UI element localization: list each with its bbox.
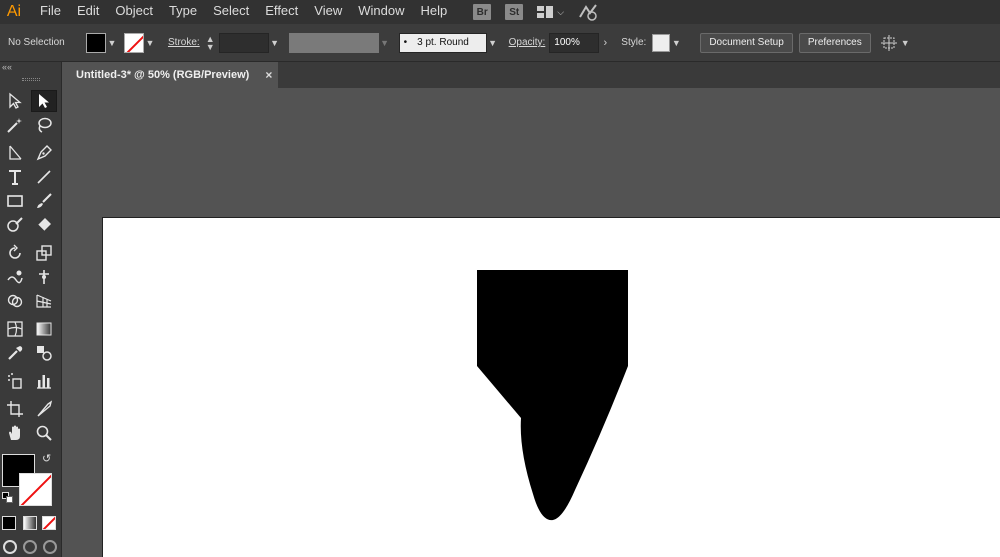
bridge-button[interactable]: Br (473, 4, 492, 20)
close-icon[interactable]: × (265, 68, 272, 82)
black-shape[interactable] (477, 270, 629, 522)
artboard-tool-icon[interactable] (2, 398, 28, 420)
gradient-mode-icon[interactable] (23, 516, 37, 530)
stroke-label[interactable]: Stroke: (168, 37, 200, 48)
gpu-performance-icon[interactable] (578, 3, 598, 21)
opacity-label[interactable]: Opacity: (509, 37, 546, 48)
brush-value: 3 pt. Round (417, 37, 469, 48)
menu-file[interactable]: File (32, 0, 69, 24)
selection-tool-icon[interactable] (2, 90, 28, 112)
graphic-style-swatch[interactable] (652, 33, 671, 52)
mesh-tool-icon[interactable] (2, 318, 28, 340)
pen-tool-icon[interactable] (31, 142, 57, 164)
stock-button[interactable]: St (505, 4, 524, 20)
blend-tool-icon[interactable] (31, 342, 57, 364)
menu-window[interactable]: Window (350, 0, 412, 24)
shaper-tool-icon[interactable] (2, 214, 28, 236)
stroke-chevron-down-icon[interactable]: ▼ (144, 38, 156, 48)
paintbrush-tool-icon[interactable] (31, 190, 57, 212)
stroke-weight-stepper[interactable]: ▲ ▼ (206, 34, 215, 51)
control-bar: No Selection ▼ ▼ Stroke: ▲ ▼ ▼ ▼ • 3 pt. … (0, 24, 1000, 62)
workspace-switcher[interactable]: ⌵ (537, 6, 564, 18)
puppet-warp-tool-icon[interactable] (31, 266, 57, 288)
profile-chevron-down-icon[interactable]: ▼ (379, 38, 391, 48)
panel-grip[interactable] (0, 74, 61, 84)
menu-effect[interactable]: Effect (257, 0, 306, 24)
app-logo: Ai (6, 3, 22, 20)
draw-mode-icons[interactable] (0, 540, 62, 557)
magic-wand-tool-icon[interactable] (2, 114, 28, 136)
opacity-field[interactable]: 100% (549, 32, 600, 53)
scale-tool-icon[interactable] (31, 242, 57, 264)
menu-edit[interactable]: Edit (69, 0, 107, 24)
arrange-documents-button[interactable]: ▼ (880, 34, 910, 51)
eraser-tool-icon[interactable] (31, 214, 57, 236)
menu-view[interactable]: View (306, 0, 350, 24)
hand-tool-icon[interactable] (2, 422, 28, 444)
preferences-button[interactable]: Preferences (798, 32, 871, 53)
direct-selection-tool-icon[interactable] (31, 90, 57, 112)
swap-colors-icon[interactable]: ↺ (42, 452, 51, 465)
rotate-tool-icon[interactable] (2, 242, 28, 264)
tools-panel: «« ↺ (0, 62, 62, 557)
brush-definition[interactable]: • 3 pt. Round (398, 32, 487, 53)
line-tool-icon[interactable] (31, 166, 57, 188)
workspace-grid-icon (537, 6, 554, 18)
sparkle-select-icon (880, 34, 897, 51)
shape-builder-tool-icon[interactable] (2, 290, 28, 312)
stroke-weight-chevron-down-icon[interactable]: ▼ (269, 38, 281, 48)
style-label: Style: (621, 37, 647, 48)
opacity-chevron-right-icon[interactable]: › (599, 37, 611, 49)
menu-object[interactable]: Object (107, 0, 161, 24)
document-tab[interactable]: Untitled-3* @ 50% (RGB/Preview) × (66, 62, 278, 88)
brush-dot-icon: • (403, 37, 408, 48)
variable-width-profile[interactable] (288, 32, 379, 53)
zoom-tool-icon[interactable] (31, 422, 57, 444)
style-chevron-down-icon[interactable]: ▼ (670, 38, 682, 48)
brush-chevron-down-icon[interactable]: ▼ (487, 38, 499, 48)
lasso-tool-icon[interactable] (31, 114, 57, 136)
chevron-down-icon: ⌵ (557, 6, 565, 17)
rectangle-tool-icon[interactable] (2, 190, 28, 212)
arrange-chevron-down-icon: ▼ (900, 37, 910, 48)
slice-tool-icon[interactable] (31, 398, 57, 420)
draw-normal-icon[interactable] (3, 540, 17, 554)
direct-line-selection-icon[interactable] (2, 142, 28, 164)
document-tab-strip: Untitled-3* @ 50% (RGB/Preview) × (66, 62, 1000, 88)
warp-tool-icon[interactable] (2, 266, 28, 288)
fill-swatch[interactable] (86, 32, 106, 53)
menu-bar: Ai File Edit Object Type Select Effect V… (0, 0, 1000, 24)
menu-help[interactable]: Help (412, 0, 455, 24)
stroke-swatch[interactable] (124, 32, 144, 53)
draw-behind-icon[interactable] (23, 540, 37, 554)
gradient-tool-icon[interactable] (31, 318, 57, 340)
stroke-weight-field[interactable] (218, 32, 269, 53)
type-tool-icon[interactable] (2, 166, 28, 188)
default-colors-icon[interactable] (2, 492, 14, 504)
menu-type[interactable]: Type (161, 0, 205, 24)
menu-select[interactable]: Select (205, 0, 257, 24)
none-mode-icon[interactable] (42, 516, 56, 530)
symbol-sprayer-tool-icon[interactable] (2, 370, 28, 392)
column-graph-tool-icon[interactable] (31, 370, 57, 392)
color-mode-icon[interactable] (2, 516, 16, 530)
fill-chevron-down-icon[interactable]: ▼ (106, 38, 118, 48)
document-setup-button[interactable]: Document Setup (700, 32, 793, 53)
document-tab-label: Untitled-3* @ 50% (RGB/Preview) (76, 69, 250, 81)
eyedropper-tool-icon[interactable] (2, 342, 28, 364)
perspective-grid-tool-icon[interactable] (31, 290, 57, 312)
collapse-panel-icon[interactable]: «« (0, 62, 61, 74)
draw-inside-icon[interactable] (43, 540, 57, 554)
selection-status: No Selection (8, 37, 65, 48)
stroke-color-box[interactable] (19, 473, 52, 506)
